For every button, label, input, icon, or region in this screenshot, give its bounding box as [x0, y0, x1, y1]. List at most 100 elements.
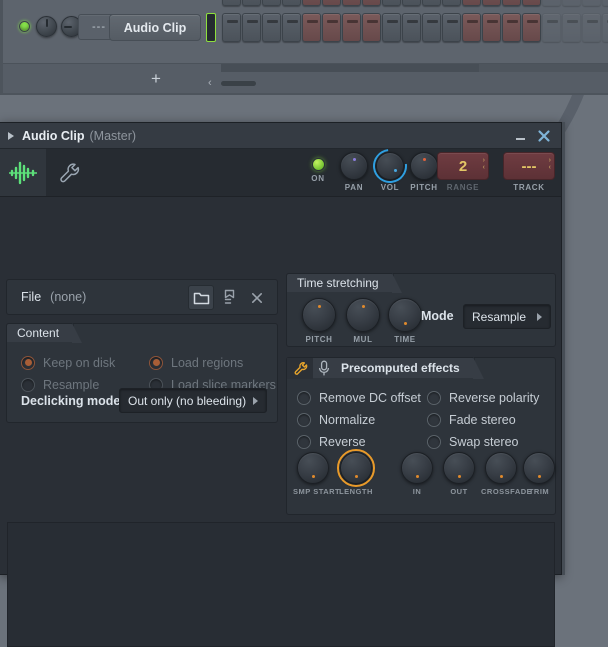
- trim-control[interactable]: TRIM: [519, 452, 559, 496]
- step-button[interactable]: [602, 13, 608, 42]
- load-regions-radio[interactable]: [149, 356, 163, 370]
- option-remove-dc-offset[interactable]: Remove DC offset: [297, 391, 421, 405]
- settings-tab[interactable]: [46, 149, 92, 196]
- out-knob[interactable]: [443, 452, 475, 484]
- waveform-tab[interactable]: [0, 149, 46, 196]
- pitch-knob[interactable]: [410, 152, 438, 180]
- step-button[interactable]: [422, 13, 441, 42]
- open-file-button[interactable]: [188, 285, 214, 310]
- range-control[interactable]: 2 › ‹ RANGE: [437, 151, 489, 192]
- crossfade-control[interactable]: CROSSFADE: [481, 452, 532, 496]
- time-pitch-control[interactable]: PITCH: [297, 298, 341, 344]
- smp-start-control[interactable]: SMP START: [293, 452, 341, 496]
- fx-tools-button[interactable]: [287, 357, 313, 379]
- time-pitch-label: PITCH: [305, 335, 333, 344]
- step-button[interactable]: [482, 13, 501, 42]
- pan-knob[interactable]: [340, 152, 368, 180]
- clear-file-button[interactable]: [244, 285, 270, 310]
- on-control[interactable]: ON: [301, 151, 335, 183]
- vol-label: VOL: [380, 183, 400, 192]
- step-button[interactable]: [262, 13, 281, 42]
- length-control[interactable]: LENGTH: [336, 449, 376, 496]
- time-mul-knob[interactable]: [346, 298, 380, 332]
- header-controls-group: ON PAN VOL PITCH 2 › ‹ RANGE --- › ‹ TRA…: [299, 151, 555, 199]
- swap-stereo-radio[interactable]: [427, 435, 441, 449]
- track-field[interactable]: --- › ‹: [503, 152, 555, 180]
- reverse-polarity-radio[interactable]: [427, 391, 441, 405]
- keep-on-disk-label: Keep on disk: [43, 356, 116, 370]
- option-swap-stereo[interactable]: Swap stereo: [427, 435, 518, 449]
- expand-arrow-icon[interactable]: [8, 131, 14, 140]
- time-time-knob[interactable]: [388, 298, 422, 332]
- tag-file-button[interactable]: [216, 285, 242, 310]
- step-button[interactable]: [222, 13, 241, 42]
- in-control[interactable]: IN: [397, 452, 437, 496]
- option-reverse[interactable]: Reverse: [297, 435, 366, 449]
- time-pitch-knob[interactable]: [302, 298, 336, 332]
- step-button[interactable]: [302, 13, 321, 42]
- step-button[interactable]: [342, 13, 361, 42]
- track-control[interactable]: --- › ‹ TRACK: [503, 151, 555, 192]
- option-fade-stereo[interactable]: Fade stereo: [427, 413, 516, 427]
- in-knob[interactable]: [401, 452, 433, 484]
- step-button[interactable]: [582, 13, 601, 42]
- step-button[interactable]: [562, 13, 581, 42]
- time-stretching-panel-title: Time stretching: [286, 273, 402, 293]
- vol-control[interactable]: VOL: [373, 151, 407, 192]
- time-mul-control[interactable]: MUL: [341, 298, 385, 344]
- channel-name-button[interactable]: Audio Clip: [109, 14, 201, 41]
- reverse-radio[interactable]: [297, 435, 311, 449]
- channel-pan-knob[interactable]: [36, 16, 57, 37]
- keep-on-disk-radio[interactable]: [21, 356, 35, 370]
- step-button[interactable]: [542, 13, 561, 42]
- trim-label: TRIM: [528, 487, 550, 496]
- step-button[interactable]: [522, 13, 541, 42]
- close-button[interactable]: [535, 127, 553, 145]
- horizontal-scroll-track[interactable]: [221, 64, 608, 72]
- step-button[interactable]: [502, 13, 521, 42]
- remove-dc-offset-radio[interactable]: [297, 391, 311, 405]
- minimize-button[interactable]: [511, 127, 529, 145]
- normalize-radio[interactable]: [297, 413, 311, 427]
- step-button[interactable]: [382, 13, 401, 42]
- declicking-mode-select[interactable]: Out only (no bleeding): [119, 388, 267, 413]
- resample-radio[interactable]: [21, 378, 35, 392]
- pan-control[interactable]: PAN: [337, 151, 371, 192]
- smp-start-knob[interactable]: [297, 452, 329, 484]
- channel-mute-led[interactable]: [19, 21, 30, 32]
- length-knob[interactable]: [337, 449, 375, 487]
- reverse-polarity-label: Reverse polarity: [449, 391, 540, 405]
- option-resample[interactable]: Resample: [21, 378, 99, 392]
- pitch-range-group: PITCH 2 › ‹ RANGE: [407, 151, 493, 192]
- step-button[interactable]: [322, 13, 341, 42]
- add-channel-button[interactable]: +: [151, 70, 161, 87]
- option-reverse-polarity[interactable]: Reverse polarity: [427, 391, 539, 405]
- option-keep-on-disk[interactable]: Keep on disk: [21, 356, 115, 370]
- vol-knob[interactable]: [376, 152, 404, 180]
- step-button[interactable]: [282, 13, 301, 42]
- option-normalize[interactable]: Normalize: [297, 413, 375, 427]
- horizontal-scrollbar-thumb[interactable]: [221, 81, 256, 86]
- reverse-label: Reverse: [319, 435, 366, 449]
- fx-record-button[interactable]: [313, 360, 335, 377]
- content-panel: Content Keep on disk Load regions Resamp…: [6, 323, 278, 423]
- step-button[interactable]: [242, 13, 261, 42]
- fade-stereo-radio[interactable]: [427, 413, 441, 427]
- window-titlebar[interactable]: Audio Clip (Master): [0, 123, 561, 149]
- crossfade-knob[interactable]: [485, 452, 517, 484]
- option-load-regions[interactable]: Load regions: [149, 356, 243, 370]
- step-button[interactable]: [402, 13, 421, 42]
- pitch-control[interactable]: PITCH: [407, 151, 441, 192]
- trim-knob[interactable]: [523, 452, 555, 484]
- step-button[interactable]: [362, 13, 381, 42]
- waveform-display[interactable]: [7, 522, 555, 647]
- step-sequencer-row[interactable]: [222, 13, 608, 42]
- range-field[interactable]: 2 › ‹: [437, 152, 489, 180]
- step-button[interactable]: [462, 13, 481, 42]
- scroll-left-icon[interactable]: ‹: [208, 78, 212, 89]
- mode-select[interactable]: Resample: [463, 304, 551, 329]
- step-button[interactable]: [442, 13, 461, 42]
- out-control[interactable]: OUT: [439, 452, 479, 496]
- smp-start-label: SMP START: [293, 487, 341, 496]
- on-led[interactable]: [311, 158, 325, 171]
